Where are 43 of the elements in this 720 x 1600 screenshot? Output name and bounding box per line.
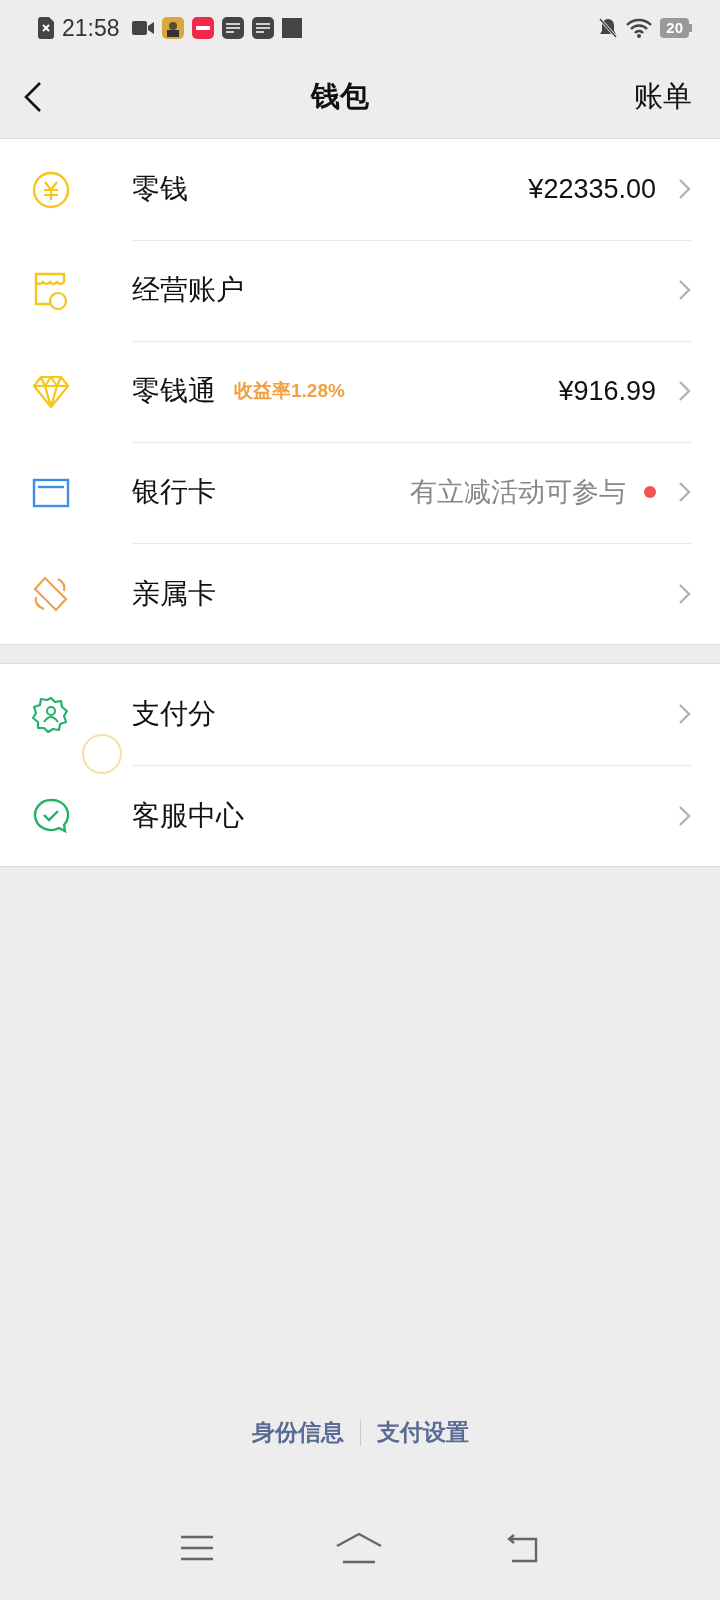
wifi-icon: [626, 18, 653, 38]
app-icon: [161, 17, 184, 39]
chevron-right-icon: [678, 380, 692, 402]
chat-check-icon: [32, 796, 70, 835]
menu-icon[interactable]: [180, 1534, 215, 1562]
menu-item-label[interactable]: 零钱: [132, 170, 188, 208]
card-icon: [32, 477, 70, 508]
chevron-right-icon: [678, 703, 692, 725]
rate-tag: 收益率1.28%: [234, 378, 345, 404]
menu-item-label[interactable]: 零钱通: [132, 372, 216, 410]
page-title: 钱包: [311, 79, 369, 114]
menu-item-label[interactable]: 支付分: [132, 695, 216, 733]
chevron-right-icon: [678, 582, 692, 605]
diamond-icon: [32, 374, 70, 409]
touch-indicator: [82, 734, 122, 774]
video-camera-icon: [131, 20, 154, 36]
chevron-right-icon: [678, 178, 692, 200]
promo-hint: 有立减活动可参与: [410, 476, 626, 509]
menu-item-label[interactable]: 亲属卡: [132, 574, 216, 613]
shop-icon: [33, 270, 69, 311]
balance-value: ¥22335.00: [528, 173, 656, 205]
footer-link[interactable]: 身份信息: [251, 1417, 344, 1448]
chevron-right-icon: [678, 481, 692, 503]
footer-link[interactable]: 支付设置: [376, 1417, 469, 1448]
square-icon: [281, 18, 302, 38]
bell-off-icon: [598, 17, 619, 39]
menu-item-label[interactable]: 经营账户: [132, 271, 244, 309]
bill-button[interactable]: 账单: [634, 77, 692, 117]
message-icon: [221, 17, 244, 39]
cards-icon: [32, 574, 70, 613]
balance-value: ¥916.99: [558, 375, 656, 407]
yuan-coin-icon: [32, 170, 70, 209]
app-icon: [191, 17, 214, 39]
battery-indicator: 20: [660, 18, 692, 38]
menu-item-label[interactable]: 客服中心: [132, 796, 244, 835]
menu-item-label[interactable]: 银行卡: [132, 473, 216, 511]
chevron-right-icon: [678, 804, 692, 827]
badge-person-icon: [32, 695, 70, 734]
message-icon: [251, 17, 274, 39]
chevron-right-icon: [678, 279, 692, 301]
home-icon[interactable]: [335, 1532, 383, 1564]
sim-icon: [38, 17, 54, 39]
status-time: 21:58: [62, 14, 120, 42]
